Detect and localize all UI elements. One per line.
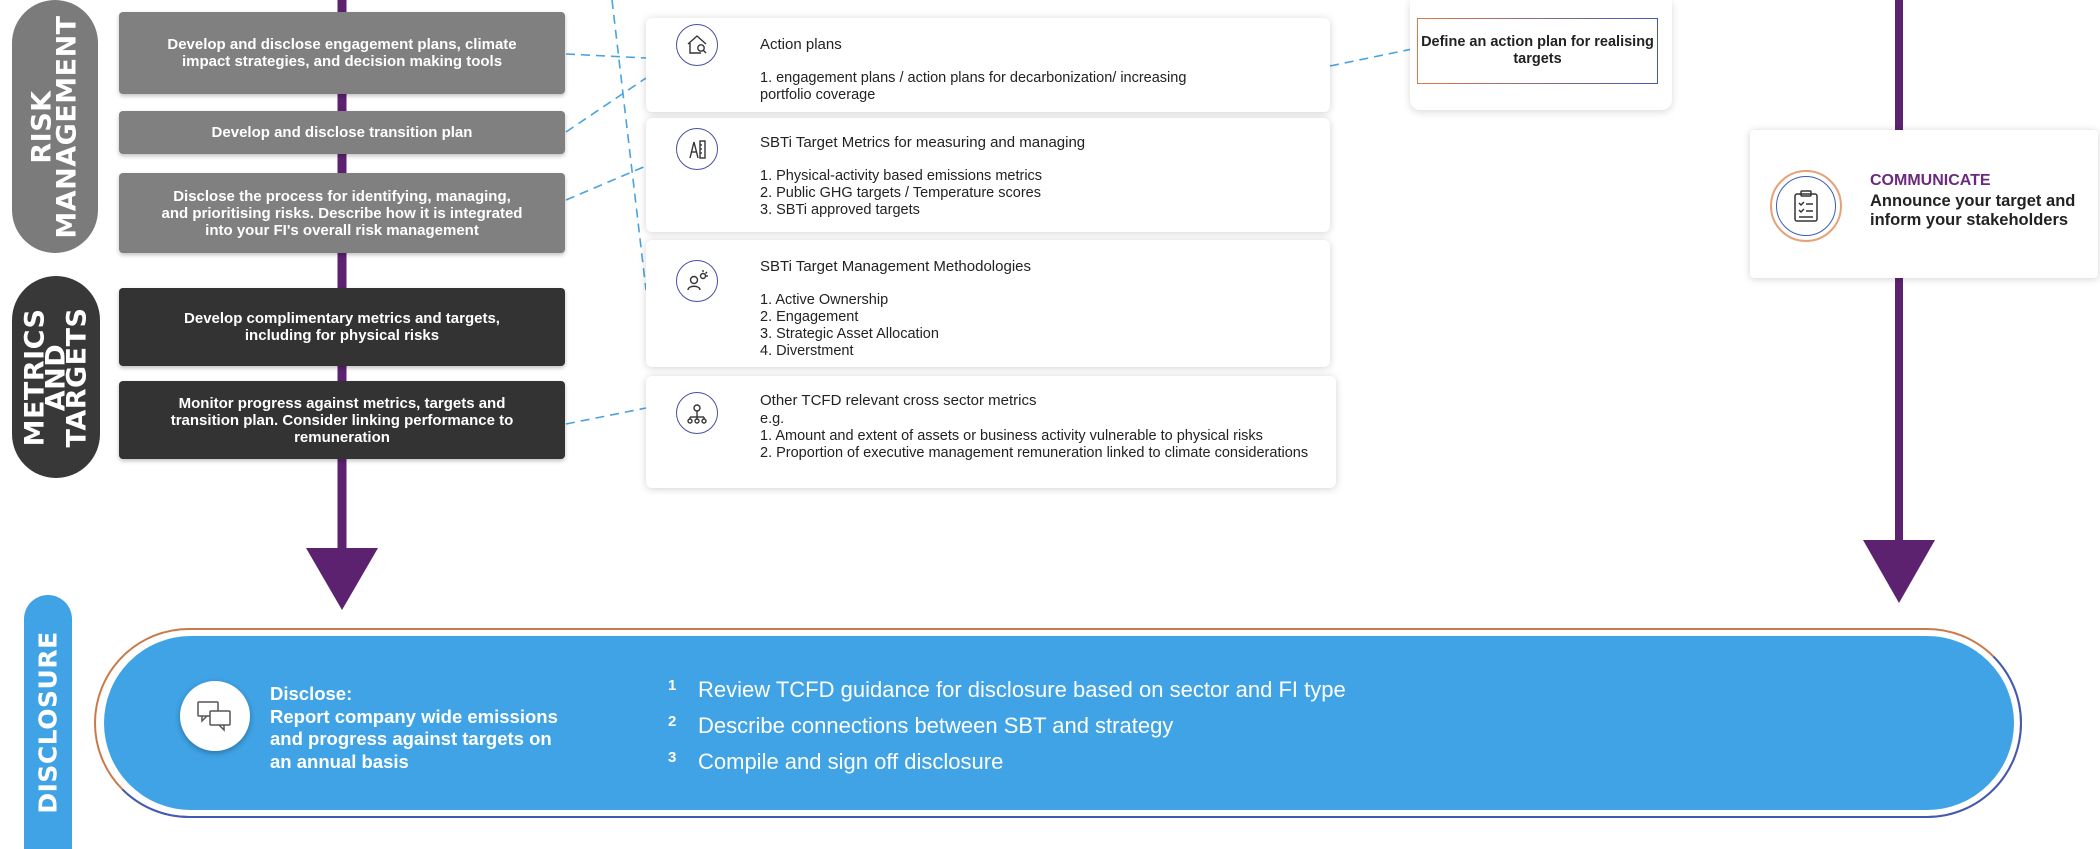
right-arrow-head: [1863, 540, 1935, 603]
disclosure-label: DISCLOSURE: [24, 595, 72, 849]
clipboard-icon: [1770, 170, 1842, 242]
card-item: 3. Strategic Asset Allocation: [760, 326, 939, 342]
card-action-plans: Action plans 1. engagement plans / actio…: [646, 18, 1330, 112]
card-item: 1. engagement plans / action plans for d…: [760, 70, 1187, 86]
step-number: 1: [668, 677, 677, 694]
define-action-plan-box: Define an action plan for realising targ…: [1417, 18, 1658, 84]
pencil-ruler-icon: [676, 128, 718, 170]
card-title: SBTi Target Management Methodologies: [760, 258, 1031, 275]
card-item: 4. Diverstment: [760, 343, 854, 359]
card-items: 1. Physical-activity based emissions met…: [760, 168, 1042, 219]
chat-bubble-icon: [180, 681, 250, 751]
risk-management-label: RISK MANAGEMENT: [12, 0, 98, 253]
house-search-icon: [676, 24, 718, 66]
left-arrow-head: [306, 548, 378, 610]
disclose-text-block: Disclose: Report company wide emissions …: [270, 683, 570, 773]
card-item: 1. Physical-activity based emissions met…: [760, 168, 1043, 184]
metrics-targets-label: METRICS AND TARGETS: [12, 276, 100, 478]
card-tcfd-metrics: Other TCFD relevant cross sector metrics…: [646, 376, 1336, 488]
card-item: 2. Proportion of executive management re…: [760, 445, 1309, 461]
monitor-progress-box: Monitor progress against metrics, target…: [119, 381, 565, 459]
card-item: portfolio coverage: [760, 87, 876, 103]
card-item: 2. Public GHG targets / Temperature scor…: [760, 185, 1041, 201]
risk-process-box: Disclose the process for identifying, ma…: [119, 173, 565, 253]
step-text: Review TCFD guidance for disclosure base…: [698, 677, 1346, 702]
network-bulb-icon: [676, 392, 718, 434]
card-items: 1. engagement plans / action plans for d…: [760, 70, 1186, 104]
communicate-text: Announce your target and inform your sta…: [1870, 192, 2076, 229]
person-idea-icon: [676, 260, 718, 302]
card-items: 1. Active Ownership 2. Engagement 3. Str…: [760, 292, 939, 360]
card-title: Other TCFD relevant cross sector metrics: [760, 392, 1037, 409]
card-item: 1. Active Ownership: [760, 292, 889, 308]
step-text: Describe connections between SBT and str…: [698, 713, 1174, 738]
card-item: e.g.: [760, 411, 785, 427]
complimentary-metrics-box: Develop complimentary metrics and target…: [119, 288, 565, 366]
card-title: SBTi Target Metrics for measuring and ma…: [760, 134, 1086, 151]
communicate-title: COMMUNICATE: [1870, 172, 1991, 189]
metrics-label-line3: TARGETS: [61, 307, 93, 447]
card-sbti-metrics: SBTi Target Metrics for measuring and ma…: [646, 118, 1330, 232]
disclosure-label-text: DISCLOSURE: [33, 630, 63, 814]
disclose-description: Report company wide emissions and progre…: [270, 705, 558, 772]
step-text: Compile and sign off disclosure: [698, 749, 1004, 774]
card-items: e.g. 1. Amount and extent of assets or b…: [760, 411, 1308, 462]
step-number: 3: [668, 749, 677, 766]
transition-plan-box: Develop and disclose transition plan: [119, 111, 565, 154]
card-sbti-methodologies: SBTi Target Management Methodologies 1. …: [646, 240, 1330, 367]
step-number: 2: [668, 713, 677, 730]
communicate-box: COMMUNICATE Announce your target and inf…: [1750, 130, 2098, 278]
card-item: 1. Amount and extent of assets or busine…: [760, 428, 1263, 444]
engagement-plans-box: Develop and disclose engagement plans, c…: [119, 12, 565, 94]
card-title: Action plans: [760, 36, 842, 53]
card-item: 2. Engagement: [760, 309, 859, 325]
disclose-heading: Disclose:: [270, 683, 353, 704]
risk-label-line2: MANAGEMENT: [52, 14, 84, 239]
card-item: 3. SBTi approved targets: [760, 202, 920, 218]
